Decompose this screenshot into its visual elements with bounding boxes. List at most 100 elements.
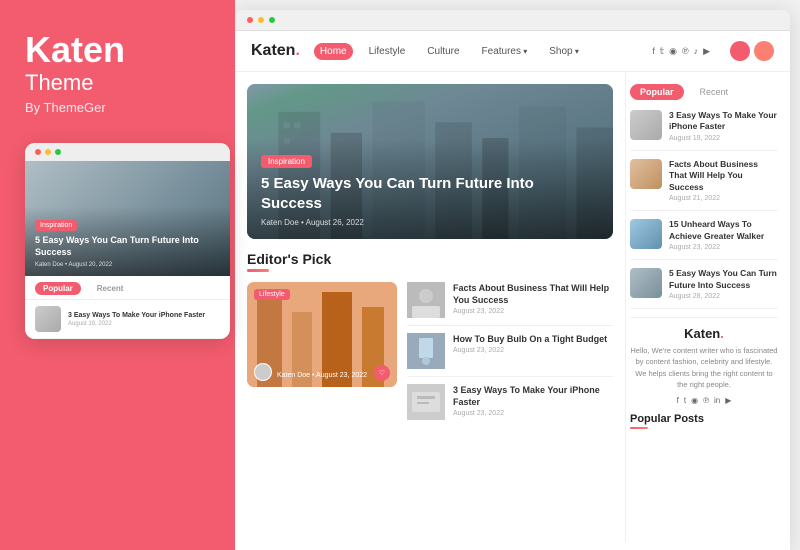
browser-dot-green: [269, 17, 275, 23]
tk-icon[interactable]: ♪: [694, 46, 699, 56]
sidebar-post-2[interactable]: Facts About Business That Will Help You …: [630, 159, 778, 211]
editor-card-badge: ♡: [374, 365, 390, 381]
mobile-post-date: August 19, 2022: [68, 321, 205, 327]
sidebar-post-3-date: August 23, 2022: [669, 244, 778, 251]
sidebar-post-4-date: August 28, 2022: [669, 293, 778, 300]
nav-item-culture[interactable]: Culture: [421, 43, 465, 60]
sidebar-post-3-content: 15 Unheard Ways To Achieve Greater Walke…: [669, 219, 778, 251]
nav-item-lifestyle[interactable]: Lifestyle: [363, 43, 412, 60]
editor-article-2-content: How To Buy Bulb On a Tight Budget August…: [453, 333, 607, 354]
sidebar-about-text: Hello, We're content writer who is fasci…: [630, 345, 778, 390]
mobile-tab-recent[interactable]: Recent: [89, 282, 132, 295]
editor-card-meta: Katen Doe • August 23, 2022: [277, 372, 367, 379]
hero-article[interactable]: Inspiration 5 Easy Ways You Can Turn Fut…: [247, 84, 613, 239]
nav-avatar-2: [754, 41, 774, 61]
nav-items: Home Lifestyle Culture Features Shop: [314, 43, 638, 60]
nav-item-shop[interactable]: Shop: [543, 43, 585, 60]
nav-social: f 𝕥 ◉ ℗ ♪ ▶: [652, 46, 710, 57]
editor-article-img-2: [407, 333, 445, 369]
hero-title: 5 Easy Ways You Can Turn Future Into Suc…: [261, 174, 541, 213]
mobile-tab-popular[interactable]: Popular: [35, 282, 81, 295]
editor-article-3-date: August 23, 2022: [453, 410, 613, 417]
sidebar-post-2-content: Facts About Business That Will Help You …: [669, 159, 778, 202]
mobile-hero-meta: Katen Doe • August 20, 2022: [35, 262, 220, 268]
editors-section: Editor's Pick Lifestyle: [247, 251, 613, 427]
nav-item-features[interactable]: Features: [476, 43, 534, 60]
left-panel: Katen Theme By ThemeGer Inspiration 5 Ea…: [0, 0, 235, 550]
mobile-post-card: 3 Easy Ways To Make Your iPhone Faster A…: [25, 300, 230, 339]
about-yt-icon[interactable]: ▶: [725, 396, 731, 405]
about-ig-icon[interactable]: ◉: [691, 396, 698, 405]
blog-sidebar: Popular Recent 3 Easy Ways To Make Your …: [625, 72, 790, 542]
editor-article-img-3: [407, 384, 445, 420]
right-panel: Katen. Home Lifestyle Culture Features S…: [235, 0, 800, 550]
nav-avatar-1: [730, 41, 750, 61]
mobile-hero-image: Inspiration 5 Easy Ways You Can Turn Fut…: [25, 161, 230, 276]
blog-main: Inspiration 5 Easy Ways You Can Turn Fut…: [235, 72, 790, 542]
mobile-post-image: [35, 306, 61, 332]
sidebar-post-4[interactable]: 5 Easy Ways You Can Turn Future Into Suc…: [630, 268, 778, 309]
sidebar-popular-underline: [630, 427, 648, 429]
pi-icon[interactable]: ℗: [682, 46, 689, 56]
fb-icon[interactable]: f: [652, 46, 655, 56]
about-tw-icon[interactable]: t: [684, 396, 686, 405]
editor-article-1-content: Facts About Business That Will Help You …: [453, 282, 613, 315]
mobile-topbar: [25, 143, 230, 161]
brand-subtitle: Theme: [25, 70, 210, 96]
editor-article-1-title: Facts About Business That Will Help You …: [453, 282, 613, 306]
hero-overlay: Inspiration 5 Easy Ways You Can Turn Fut…: [247, 139, 613, 239]
mobile-post-content: 3 Easy Ways To Make Your iPhone Faster A…: [68, 311, 205, 327]
editor-card-avatar: [254, 363, 272, 381]
blog-logo-dot: .: [295, 42, 299, 59]
sidebar-post-4-content: 5 Easy Ways You Can Turn Future Into Suc…: [669, 268, 778, 300]
hero-meta: Katen Doe • August 26, 2022: [261, 218, 599, 227]
about-pi-icon[interactable]: ℗: [703, 396, 709, 405]
editor-article-img-1: [407, 282, 445, 318]
sidebar-post-3[interactable]: 15 Unheard Ways To Achieve Greater Walke…: [630, 219, 778, 260]
brand-name: Katen: [25, 30, 210, 70]
browser-dot-yellow: [258, 17, 264, 23]
sidebar-tab-popular[interactable]: Popular: [630, 84, 684, 100]
hero-tag: Inspiration: [261, 155, 312, 168]
editor-articles-list: Facts About Business That Will Help You …: [407, 282, 613, 427]
about-fb-icon[interactable]: f: [677, 396, 679, 405]
editors-grid: Lifestyle Katen Doe • August 23, 2022 ♡: [247, 282, 613, 427]
about-logo-dot: .: [720, 326, 724, 341]
sidebar-post-1-date: August 19, 2022: [669, 135, 778, 142]
editor-article-2[interactable]: How To Buy Bulb On a Tight Budget August…: [407, 333, 613, 377]
sidebar-post-img-1: [630, 110, 662, 140]
mobile-tag: Inspiration: [35, 220, 77, 231]
blog-logo: Katen.: [251, 42, 300, 60]
brand-by: By ThemeGer: [25, 100, 210, 115]
editor-article-3-title: 3 Easy Ways To Make Your iPhone Faster: [453, 384, 613, 408]
blog-center: Inspiration 5 Easy Ways You Can Turn Fut…: [235, 72, 625, 542]
sidebar-post-3-title: 15 Unheard Ways To Achieve Greater Walke…: [669, 219, 778, 242]
nav-item-home[interactable]: Home: [314, 43, 353, 60]
yt-icon[interactable]: ▶: [703, 46, 710, 57]
sidebar-about-social: f t ◉ ℗ in ▶: [630, 396, 778, 405]
editor-article-3[interactable]: 3 Easy Ways To Make Your iPhone Faster A…: [407, 384, 613, 427]
ig-icon[interactable]: ◉: [669, 46, 677, 57]
sidebar-popular-heading: Popular Posts: [630, 413, 778, 425]
sidebar-post-1[interactable]: 3 Easy Ways To Make Your iPhone Faster A…: [630, 110, 778, 151]
browser-topbar: [235, 10, 790, 31]
dot-yellow: [45, 149, 51, 155]
editor-article-2-date: August 23, 2022: [453, 347, 607, 354]
sidebar-tab-recent[interactable]: Recent: [690, 84, 739, 100]
tw-icon[interactable]: 𝕥: [660, 46, 664, 57]
nav-avatars: [730, 41, 774, 61]
mobile-tabs: Popular Recent: [25, 276, 230, 300]
editor-article-1-date: August 23, 2022: [453, 308, 613, 315]
sidebar-post-2-title: Facts About Business That Will Help You …: [669, 159, 778, 193]
blog-nav: Katen. Home Lifestyle Culture Features S…: [235, 31, 790, 72]
browser-window: Katen. Home Lifestyle Culture Features S…: [235, 10, 790, 550]
editor-article-1[interactable]: Facts About Business That Will Help You …: [407, 282, 613, 326]
sidebar-tabs: Popular Recent: [630, 84, 778, 100]
mobile-preview: Inspiration 5 Easy Ways You Can Turn Fut…: [25, 143, 230, 339]
sidebar-post-4-title: 5 Easy Ways You Can Turn Future Into Suc…: [669, 268, 778, 291]
sidebar-post-img-2: [630, 159, 662, 189]
editor-big-card[interactable]: Lifestyle Katen Doe • August 23, 2022 ♡: [247, 282, 397, 387]
sidebar-post-2-date: August 21, 2022: [669, 195, 778, 202]
about-in-icon[interactable]: in: [714, 396, 720, 405]
sidebar-about-logo: Katen.: [630, 326, 778, 341]
